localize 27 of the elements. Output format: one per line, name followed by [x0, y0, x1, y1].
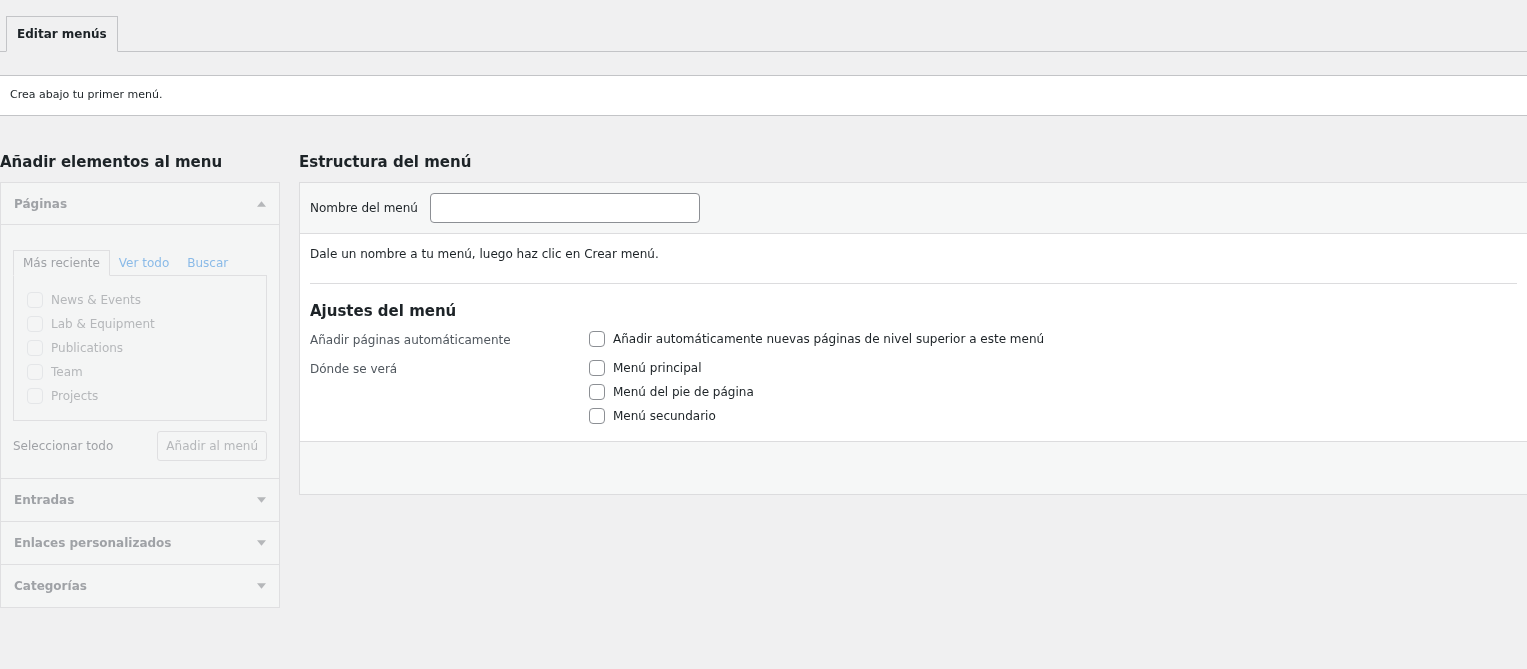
- settings-heading: Ajustes del menú: [310, 301, 458, 322]
- setting-label: Dónde se verá: [310, 360, 399, 378]
- option-label: Menú secundario: [613, 407, 716, 425]
- menu-name-field[interactable]: [429, 193, 700, 223]
- option-label: Menú del pie de página: [613, 383, 754, 401]
- column-heading: Estructura del menú: [299, 151, 473, 173]
- notice: Crea abajo tu primer menú.: [0, 75, 1527, 116]
- option-label: Añadir automáticamente nuevas páginas de nivel superior a este menú: [613, 330, 1045, 348]
- page-item-label: Team: [51, 364, 83, 381]
- caret-down-icon: [257, 583, 266, 589]
- setting-label: Añadir páginas automáticamente: [310, 331, 512, 349]
- checkbox[interactable]: [589, 330, 605, 347]
- option-label: Menú principal: [613, 359, 702, 377]
- checkbox[interactable]: [589, 359, 605, 376]
- caret-down-icon: [257, 540, 266, 546]
- page-item-label: Projects: [51, 388, 99, 405]
- instruction-text: Dale un nombre a tu menú, luego haz clic en Crear menú.: [310, 234, 1517, 284]
- page-item-label: Lab & Equipment: [51, 316, 155, 333]
- caret-down-icon: [257, 497, 266, 503]
- field-label: Nombre del menú: [310, 200, 418, 217]
- page-item-label: Publications: [51, 340, 124, 357]
- column-heading: Añadir elementos al menu: [0, 151, 224, 173]
- nav-tab[interactable]: Editar menús: [6, 16, 118, 52]
- caret-up-icon: [257, 200, 266, 207]
- checkbox[interactable]: [589, 407, 605, 424]
- page-item-label: News & Events: [51, 292, 142, 309]
- checkbox[interactable]: [589, 383, 605, 400]
